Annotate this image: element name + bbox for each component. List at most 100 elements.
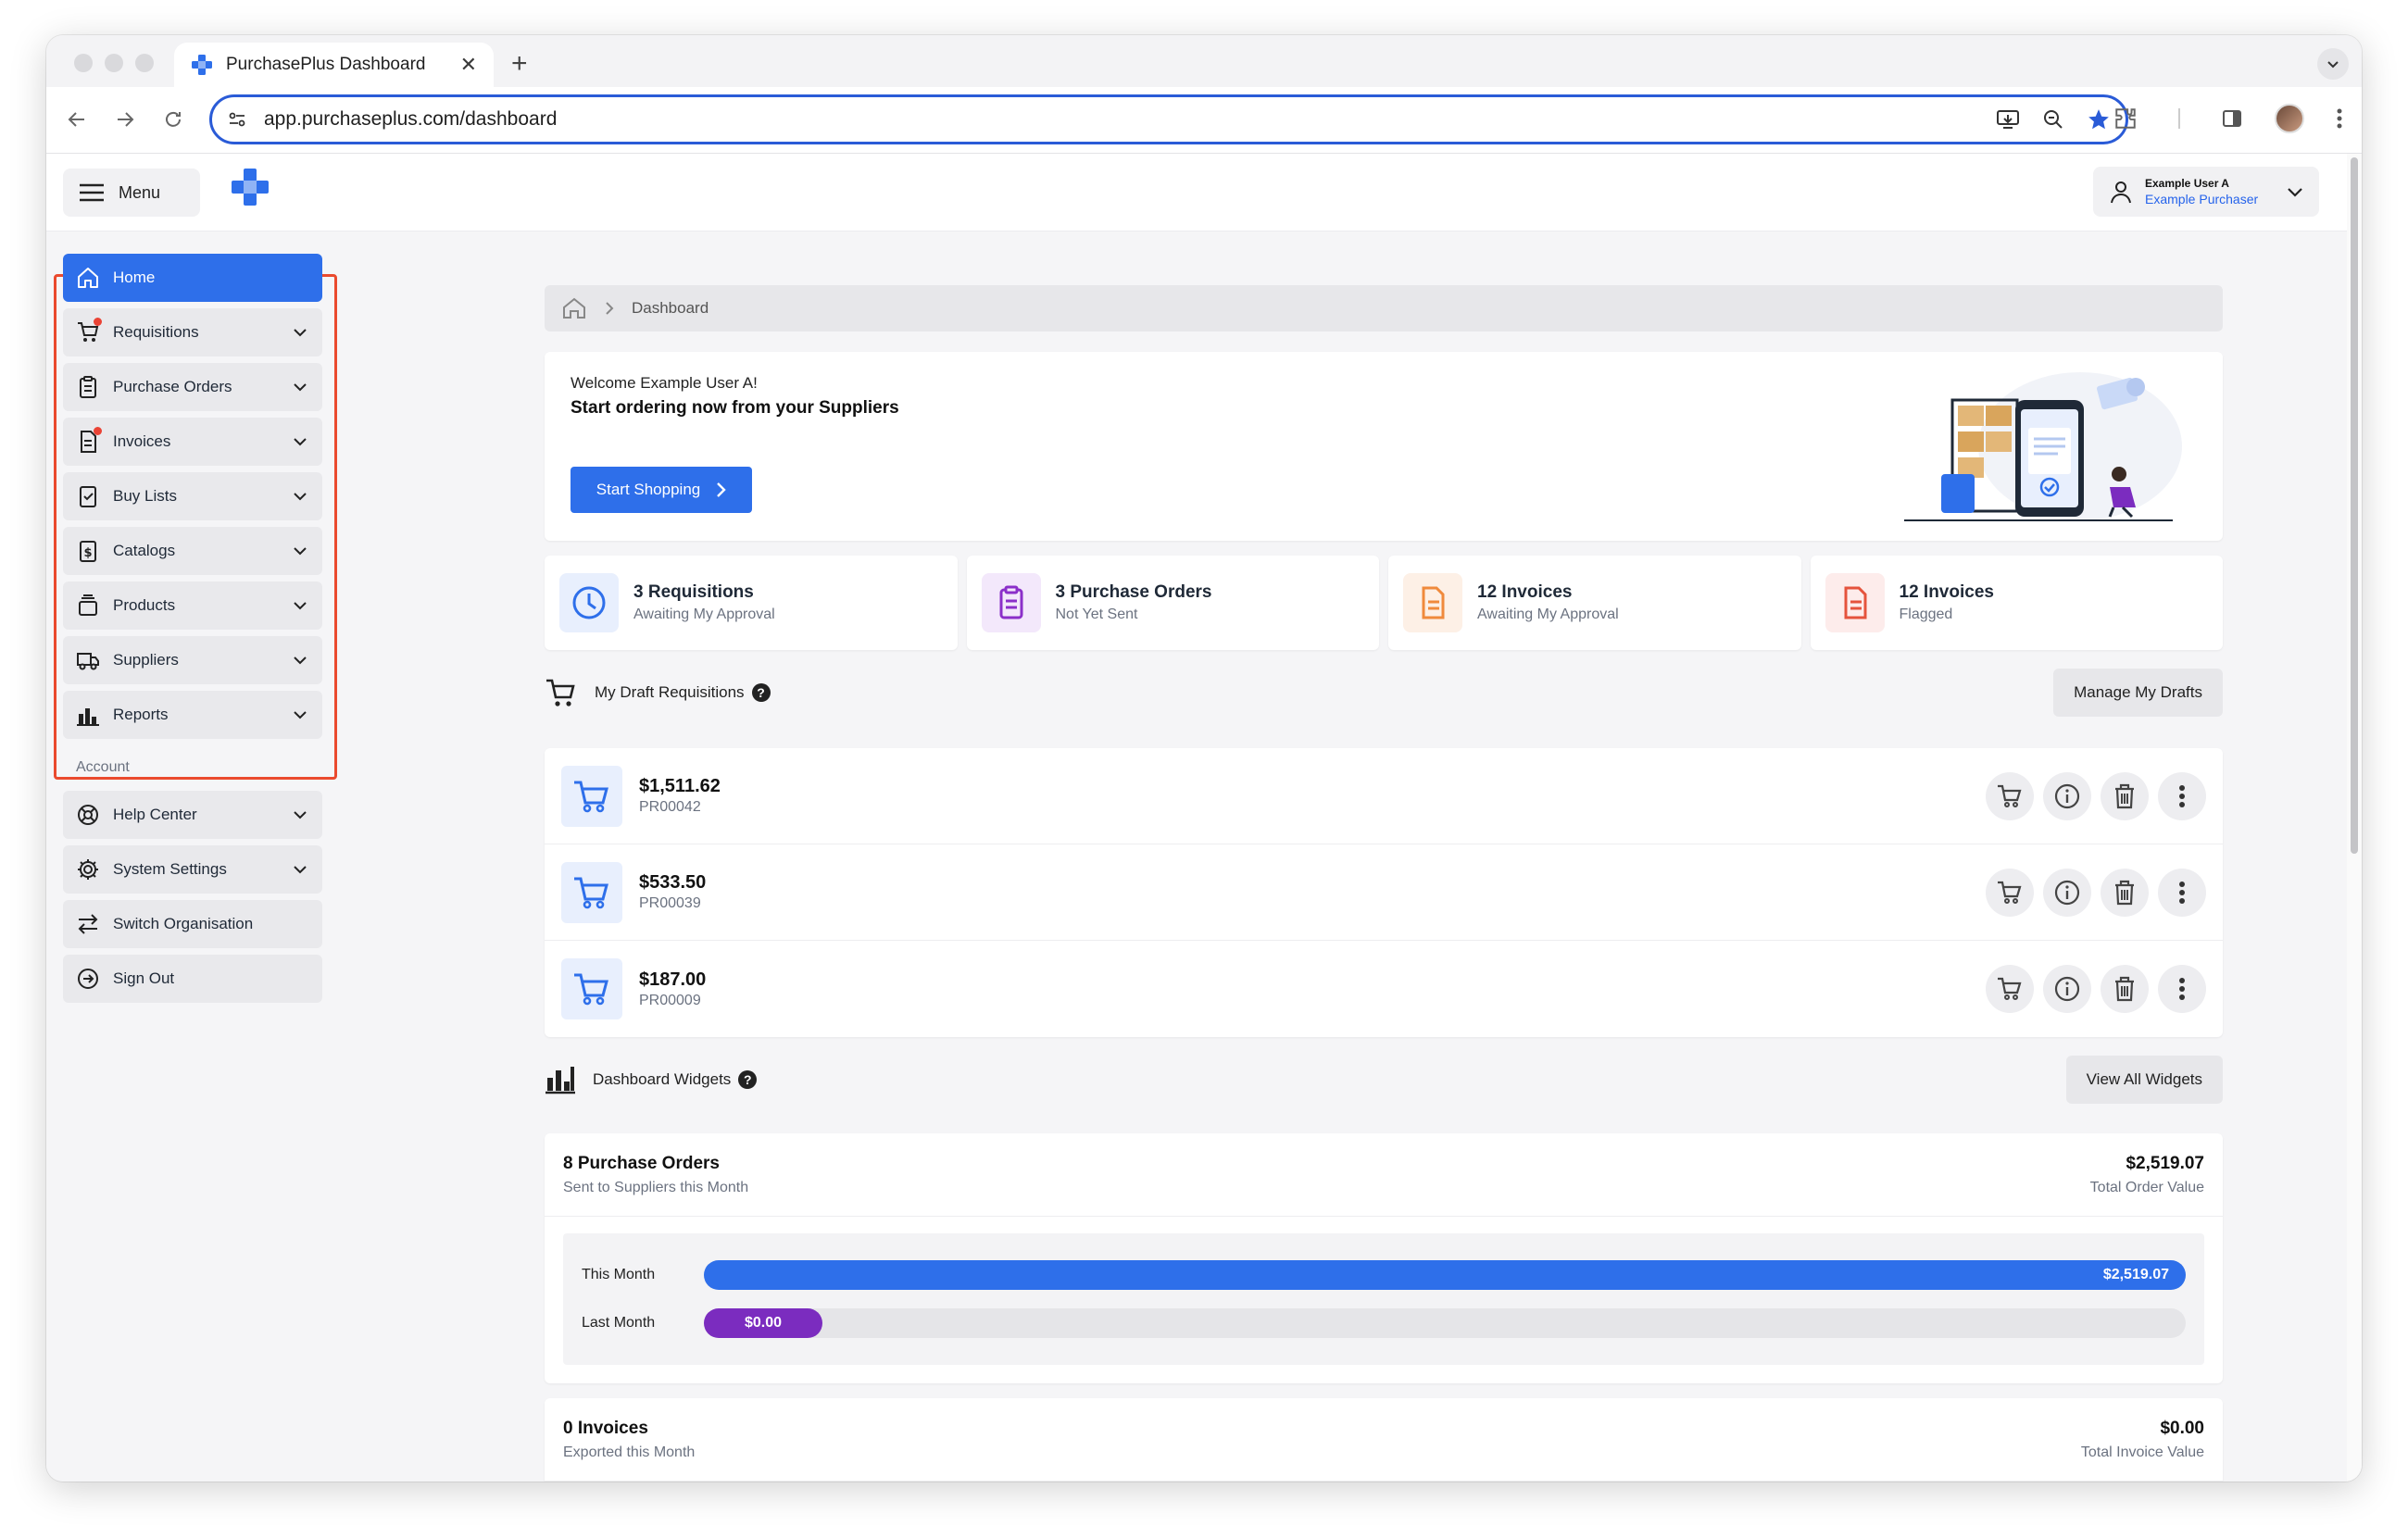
menu-button[interactable]: Menu <box>63 169 200 217</box>
bookmark-star-icon[interactable] <box>2087 107 2111 131</box>
profile-avatar[interactable] <box>2275 104 2304 133</box>
user-menu-button[interactable]: Example User A Example Purchaser <box>2093 167 2319 217</box>
help-icon[interactable]: ? <box>738 1070 758 1089</box>
sidebar-item-label: Buy Lists <box>113 487 177 505</box>
back-icon[interactable] <box>61 104 93 135</box>
purchaseplus-logo[interactable] <box>230 167 270 207</box>
reload-icon[interactable] <box>157 104 189 135</box>
url-text[interactable]: app.purchaseplus.com/dashboard <box>264 108 1996 131</box>
lifebuoy-icon <box>78 805 98 825</box>
stat-subtitle: Not Yet Sent <box>1055 606 1138 622</box>
draft-info-button[interactable] <box>2043 869 2091 917</box>
browser-toolbar: app.purchaseplus.com/dashboard <box>46 87 2362 154</box>
more-options-button[interactable] <box>2158 965 2206 1013</box>
cart-icon <box>1998 784 2022 807</box>
info-icon <box>2054 783 2080 809</box>
browser-menu-icon[interactable] <box>2336 106 2343 131</box>
manage-drafts-label: Manage My Drafts <box>2074 683 2202 701</box>
draft-info-button[interactable] <box>2043 965 2091 1013</box>
draft-info-button[interactable] <box>2043 772 2091 820</box>
minimize-window-button[interactable] <box>105 54 123 72</box>
view-all-widgets-button[interactable]: View All Widgets <box>2065 1056 2223 1104</box>
sidebar-item-switch-organisation[interactable]: Switch Organisation <box>63 900 322 948</box>
sidebar-item-label: Products <box>113 596 176 614</box>
sidebar-item-label: Requisitions <box>113 323 199 341</box>
stat-title: 12 Invoices <box>1899 582 1994 602</box>
page-scrollbar[interactable] <box>2347 154 2362 1482</box>
delete-draft-button[interactable] <box>2101 869 2149 917</box>
home-icon[interactable] <box>561 296 587 320</box>
bar-row-this-month: This Month $2,519.07 <box>582 1259 2186 1291</box>
address-bar[interactable]: app.purchaseplus.com/dashboard <box>209 94 2128 144</box>
new-tab-icon[interactable]: + <box>511 48 528 80</box>
chevron-down-icon <box>294 547 307 556</box>
maximize-window-button[interactable] <box>135 54 154 72</box>
drafts-section-title: My Draft Requisitions <box>595 683 745 701</box>
sidebar-item-reports[interactable]: Reports <box>63 691 322 739</box>
delete-draft-button[interactable] <box>2101 965 2149 1013</box>
draft-amount: $187.00 <box>639 969 707 990</box>
box-icon <box>79 594 97 616</box>
draft-row[interactable]: $533.50 PR00039 <box>545 844 2223 941</box>
breadcrumb-current: Dashboard <box>632 299 709 317</box>
stat-card-requisitions[interactable]: 3 Requisitions Awaiting My Approval <box>545 556 958 650</box>
welcome-card: Welcome Example User A! Start ordering n… <box>545 352 2223 541</box>
stat-card-invoices-awaiting[interactable]: 12 Invoices Awaiting My Approval <box>1388 556 1801 650</box>
install-app-icon[interactable] <box>1996 108 2020 131</box>
sidebar-item-requisitions[interactable]: Requisitions <box>63 308 322 356</box>
drafts-list: $1,511.62 PR00042 $533.50 PR00039 $187.0… <box>545 748 2223 1037</box>
view-all-widgets-label: View All Widgets <box>2086 1070 2202 1088</box>
widget-subtitle: Sent to Suppliers this Month <box>563 1180 749 1195</box>
sidebar-item-suppliers[interactable]: Suppliers <box>63 636 322 684</box>
cart-icon <box>1998 881 2022 904</box>
sidebar-item-system-settings[interactable]: System Settings <box>63 845 322 894</box>
bar-track: $2,519.07 <box>704 1260 2186 1290</box>
site-settings-icon[interactable] <box>227 109 247 130</box>
draft-amount: $1,511.62 <box>639 776 721 796</box>
zoom-icon[interactable] <box>2042 108 2064 131</box>
shop-draft-button[interactable] <box>1986 965 2034 1013</box>
stat-title: 12 Invoices <box>1477 582 1573 602</box>
sidebar-item-catalogs[interactable]: $ Catalogs <box>63 527 322 575</box>
start-shopping-button[interactable]: Start Shopping <box>571 467 752 513</box>
more-options-button[interactable] <box>2158 772 2206 820</box>
cart-icon <box>561 861 622 923</box>
browser-tab[interactable]: PurchasePlus Dashboard ✕ <box>174 43 494 87</box>
extensions-icon[interactable] <box>2113 106 2138 131</box>
sidebar-item-label: Purchase Orders <box>113 378 232 395</box>
tab-close-icon[interactable]: ✕ <box>460 53 477 77</box>
help-icon[interactable]: ? <box>751 683 771 702</box>
widget-title: 0 Invoices <box>563 1419 648 1438</box>
tab-search-button[interactable] <box>2317 48 2349 80</box>
scrollbar-thumb[interactable] <box>2351 157 2358 854</box>
more-options-button[interactable] <box>2158 869 2206 917</box>
browser-window: PurchasePlus Dashboard ✕ + app.purchasep… <box>46 35 2362 1482</box>
truck-icon <box>77 653 99 670</box>
sidebar-item-help-center[interactable]: Help Center <box>63 791 322 839</box>
sidebar-item-buy-lists[interactable]: Buy Lists <box>63 472 322 520</box>
start-shopping-label: Start Shopping <box>596 481 701 498</box>
close-window-button[interactable] <box>74 54 93 72</box>
shop-draft-button[interactable] <box>1986 869 2034 917</box>
side-panel-icon[interactable] <box>2221 107 2243 130</box>
shop-draft-button[interactable] <box>1986 772 2034 820</box>
delete-draft-button[interactable] <box>2101 772 2149 820</box>
widget-value-label: Total Order Value <box>2089 1180 2204 1195</box>
sidebar-item-products[interactable]: Products <box>63 581 322 630</box>
draft-row[interactable]: $187.00 PR00009 <box>545 941 2223 1037</box>
sidebar-item-invoices[interactable]: Invoices <box>63 418 322 466</box>
draft-row[interactable]: $1,511.62 PR00042 <box>545 748 2223 844</box>
chevron-down-icon <box>294 602 307 610</box>
sidebar-item-purchase-orders[interactable]: Purchase Orders <box>63 363 322 411</box>
stat-card-invoices-flagged[interactable]: 12 Invoices Flagged <box>1810 556 2223 650</box>
chevron-right-icon <box>606 302 614 315</box>
stat-title: 3 Purchase Orders <box>1055 582 1212 602</box>
stat-card-purchase-orders[interactable]: 3 Purchase Orders Not Yet Sent <box>966 556 1379 650</box>
sidebar-item-sign-out[interactable]: Sign Out <box>63 955 322 1003</box>
forward-icon[interactable] <box>109 104 141 135</box>
chevron-right-icon <box>717 482 726 497</box>
clipboard-icon <box>80 376 96 398</box>
manage-my-drafts-button[interactable]: Manage My Drafts <box>2053 669 2223 717</box>
app-header: Menu Example User A Example Purchaser <box>46 154 2347 231</box>
sidebar-item-home[interactable]: Home <box>63 254 322 302</box>
